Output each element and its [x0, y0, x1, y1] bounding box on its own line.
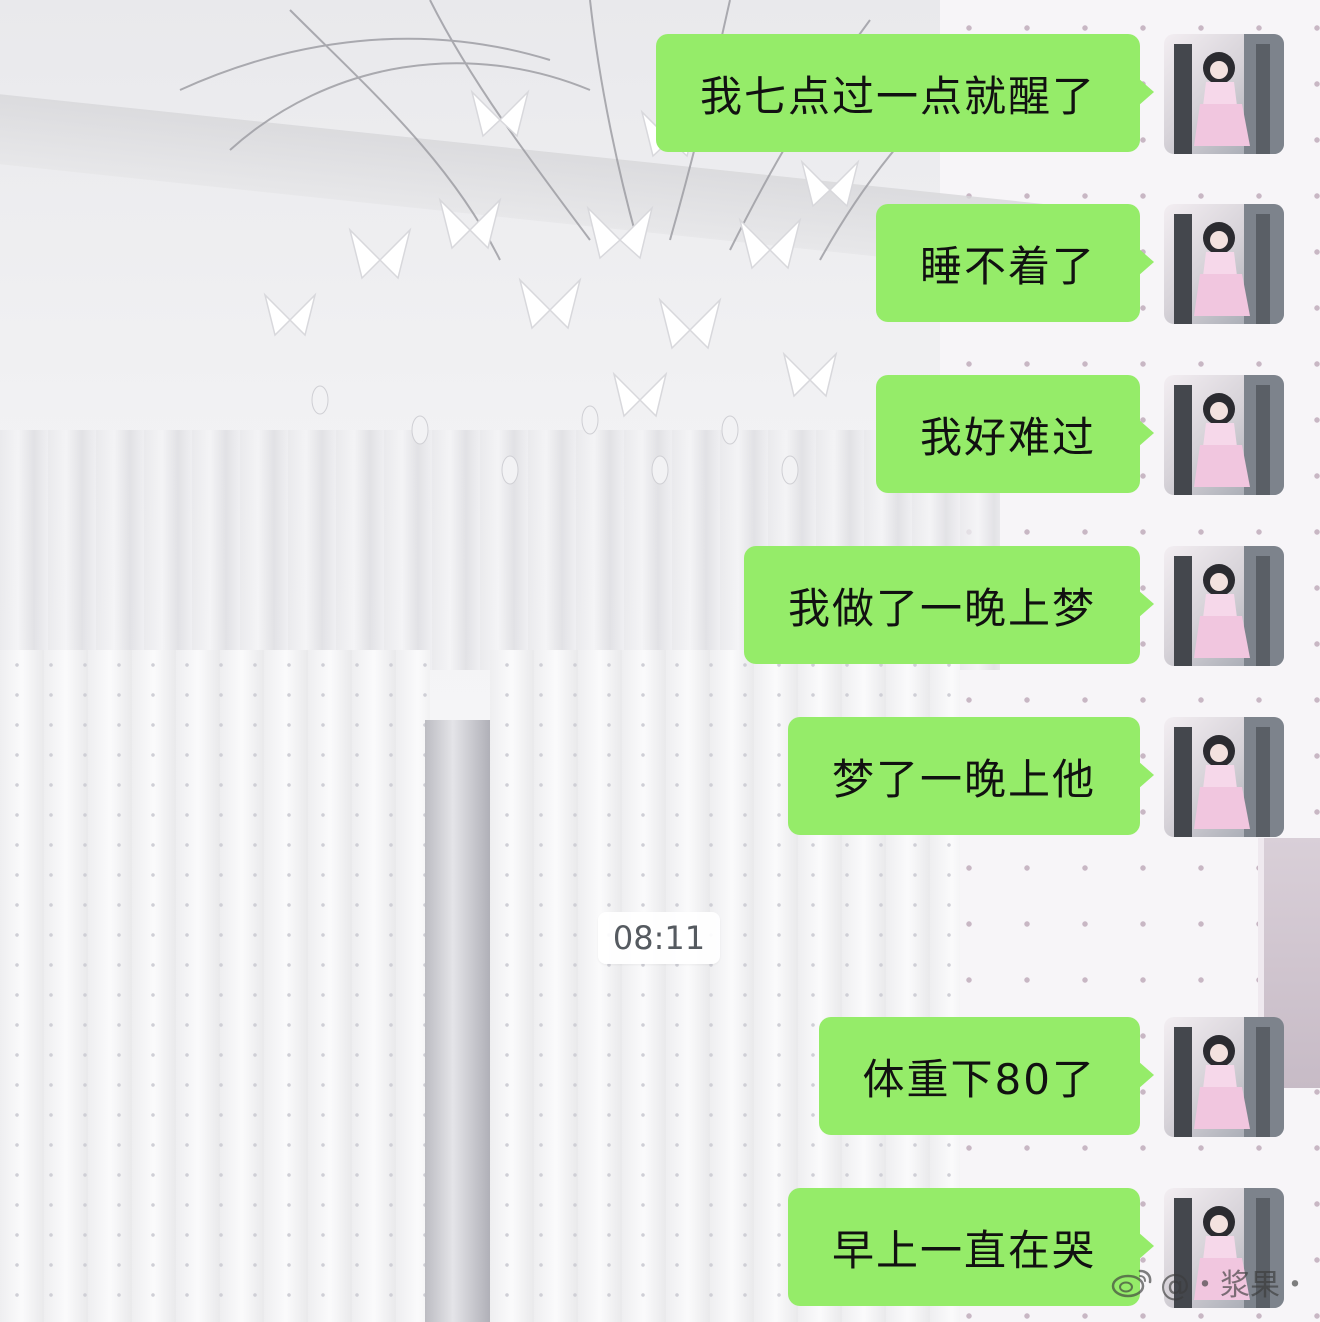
avatar[interactable] — [1164, 34, 1284, 154]
message-row: 我七点过一点就醒了 — [655, 34, 1284, 154]
avatar[interactable] — [1164, 717, 1284, 837]
timestamp-label: 08:11 — [598, 912, 720, 964]
bubble-tail — [1138, 761, 1154, 789]
message-text: 体重下80了 — [862, 1054, 1096, 1104]
avatar-image — [1174, 375, 1284, 495]
message-bubble[interactable]: 早上一直在哭 — [787, 1188, 1154, 1306]
chat-screen: 我七点过一点就醒了 睡不着了 我好难过 我做了一晚上梦 梦了一晚上他 08:11… — [0, 0, 1320, 1322]
avatar-image — [1174, 204, 1284, 324]
avatar-image — [1174, 34, 1284, 154]
message-text: 我做了一晚上梦 — [787, 583, 1096, 633]
background-window — [425, 720, 495, 1322]
message-row: 我做了一晚上梦 — [743, 546, 1284, 666]
message-row: 梦了一晚上他 — [787, 717, 1284, 837]
message-bubble[interactable]: 我七点过一点就醒了 — [655, 34, 1154, 152]
message-bubble[interactable]: 睡不着了 — [875, 204, 1154, 322]
message-text: 早上一直在哭 — [831, 1225, 1096, 1275]
message-bubble[interactable]: 体重下80了 — [818, 1017, 1154, 1135]
avatar[interactable] — [1164, 546, 1284, 666]
message-bubble[interactable]: 我好难过 — [875, 375, 1154, 493]
message-bubble[interactable]: 我做了一晚上梦 — [743, 546, 1154, 664]
avatar[interactable] — [1164, 204, 1284, 324]
avatar-image — [1174, 546, 1284, 666]
background-curtain-left — [0, 650, 430, 1322]
bubble-tail — [1138, 419, 1154, 447]
message-text: 梦了一晚上他 — [831, 754, 1096, 804]
avatar-image — [1174, 717, 1284, 837]
watermark: @・浆果・ — [1110, 1260, 1310, 1304]
bubble-tail — [1138, 78, 1154, 106]
message-bubble[interactable]: 梦了一晚上他 — [787, 717, 1154, 835]
bubble-tail — [1138, 1061, 1154, 1089]
bubble-tail — [1138, 248, 1154, 276]
bubble-tail — [1138, 590, 1154, 618]
watermark-text: @・浆果・ — [1160, 1268, 1310, 1303]
message-row: 我好难过 — [875, 375, 1284, 495]
message-text: 我七点过一点就醒了 — [699, 71, 1096, 121]
avatar-image — [1174, 1017, 1284, 1137]
message-row: 睡不着了 — [875, 204, 1284, 324]
weibo-icon — [1111, 1269, 1152, 1298]
message-row: 体重下80了 — [818, 1017, 1284, 1137]
avatar[interactable] — [1164, 375, 1284, 495]
message-text: 我好难过 — [919, 412, 1096, 462]
bubble-tail — [1138, 1232, 1154, 1260]
message-text: 睡不着了 — [919, 241, 1096, 291]
avatar[interactable] — [1164, 1017, 1284, 1137]
